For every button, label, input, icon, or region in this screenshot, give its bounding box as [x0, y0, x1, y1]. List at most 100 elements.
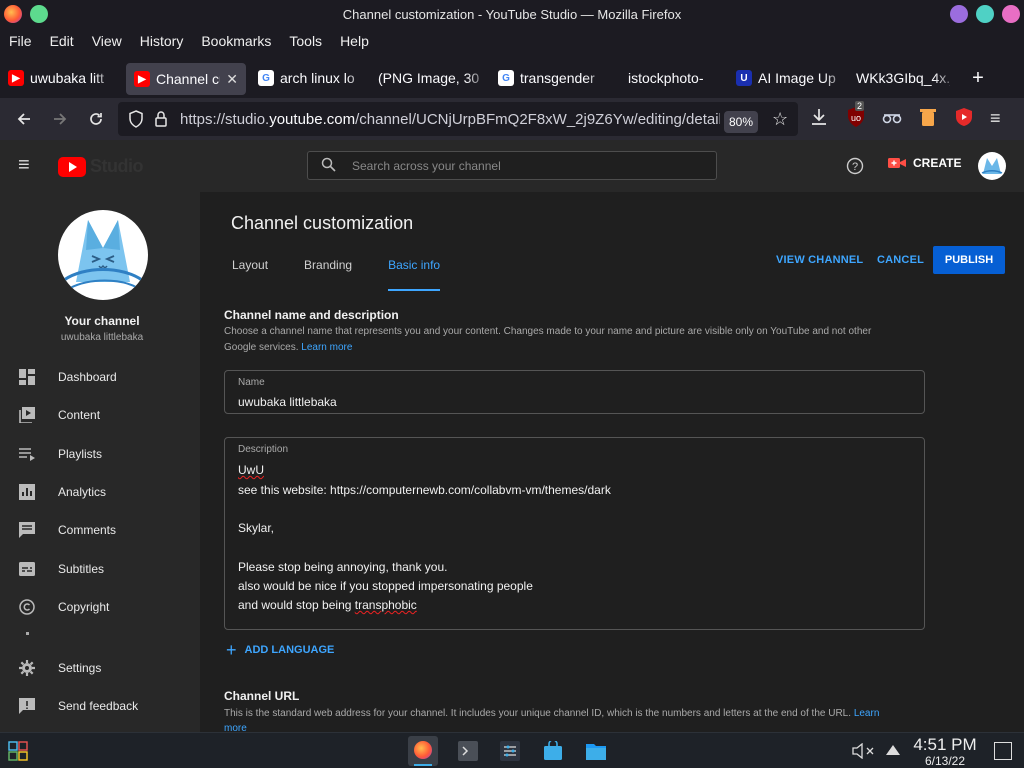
description-line: also would be nice if you stopped impers…	[238, 579, 533, 593]
youtube-icon: ▶	[134, 71, 150, 87]
terminal-icon[interactable]	[458, 741, 478, 766]
add-language-button[interactable]: + ADD LANGUAGE	[226, 641, 334, 659]
reload-icon[interactable]	[78, 101, 114, 137]
studio-header: ≡ Studio Search across your channel ? CR…	[0, 140, 1024, 192]
menu-view[interactable]: View	[92, 33, 122, 49]
name-section-help-2: Google services. Learn more	[224, 342, 353, 353]
sidebar-item-settings[interactable]: Settings	[18, 659, 101, 677]
subtitles-icon	[18, 560, 36, 578]
search-input[interactable]: Search across your channel	[307, 151, 717, 180]
cancel-button[interactable]: CANCEL	[877, 254, 924, 266]
search-placeholder: Search across your channel	[352, 158, 501, 173]
firefox-logo-icon[interactable]	[4, 5, 22, 23]
menu-file[interactable]: File	[9, 33, 32, 49]
url-section-heading: Channel URL	[224, 689, 300, 703]
file-manager-icon[interactable]	[585, 741, 607, 766]
sidebar-item-comments[interactable]: Comments	[18, 521, 116, 539]
volume-muted-icon[interactable]	[852, 742, 876, 764]
studio-logo[interactable]: Studio	[58, 156, 144, 177]
browser-tab[interactable]: U AI Image Up	[728, 62, 848, 94]
sidebar-item-content[interactable]: Content	[18, 406, 100, 424]
bookmark-star-icon[interactable]: ☆	[772, 109, 788, 130]
tab-branding[interactable]: Branding	[304, 258, 352, 288]
incognito-extension-icon[interactable]	[882, 108, 902, 131]
downloads-icon[interactable]	[808, 106, 830, 133]
browser-tab[interactable]: G arch linux lo	[250, 62, 370, 94]
url-learn-more-link-2[interactable]: more	[224, 723, 247, 732]
browser-tab[interactable]: istockphoto-	[610, 62, 728, 94]
maximize-button[interactable]	[976, 5, 994, 23]
name-input-value[interactable]: uwubaka littlebaka	[238, 395, 337, 409]
channel-name-label: uwubaka littlebaka	[60, 332, 144, 343]
forward-arrow-icon[interactable]	[42, 101, 78, 137]
description-line: see this website: https://computernewb.c…	[238, 483, 611, 497]
sidebar-item-dashboard[interactable]: Dashboard	[18, 368, 117, 386]
sidebar-item-send-feedback[interactable]: Send feedback	[18, 697, 138, 715]
discover-store-icon[interactable]	[543, 739, 563, 766]
name-section-help: Choose a channel name that represents yo…	[224, 326, 872, 337]
u-icon: U	[736, 70, 752, 86]
menu-help[interactable]: Help	[340, 33, 369, 49]
feedback-icon	[18, 697, 36, 715]
tab-basic-info[interactable]: Basic info	[388, 258, 441, 291]
hamburger-menu-icon[interactable]: ≡	[18, 155, 30, 175]
copyright-icon	[18, 598, 36, 616]
name-field[interactable]: Name uwubaka littlebaka	[224, 370, 925, 414]
zoom-level-badge[interactable]: 80%	[724, 111, 759, 133]
description-field[interactable]: Description UwU see this website: https:…	[224, 437, 925, 630]
trash-extension-icon[interactable]	[920, 107, 936, 132]
clock[interactable]: 4:51 PM 6/13/22	[906, 735, 984, 768]
search-icon	[321, 157, 336, 175]
google-icon: G	[258, 70, 274, 86]
close-tab-icon[interactable]: ✕	[226, 71, 238, 88]
system-tray-expand-icon[interactable]	[886, 743, 900, 761]
your-channel-label: Your channel	[64, 314, 140, 328]
new-tab-button[interactable]: +	[958, 62, 998, 94]
url-learn-more-link[interactable]: Learn	[854, 708, 880, 719]
studio-sidebar: Your channel uwubaka littlebaka Dashboar…	[0, 192, 200, 732]
url-bar[interactable]: https://studio.youtube.com/channel/UCNjU…	[118, 102, 798, 136]
menu-history[interactable]: History	[140, 33, 184, 49]
publish-button[interactable]: PUBLISH	[933, 246, 1005, 274]
browser-tab[interactable]: ▶ uwubaka litt	[0, 62, 118, 94]
youtube-icon: ▶	[8, 70, 24, 86]
tab-layout[interactable]: Layout	[232, 258, 268, 288]
menu-edit[interactable]: Edit	[50, 33, 74, 49]
system-monitor-icon[interactable]	[500, 741, 520, 766]
tracking-shield-icon[interactable]	[128, 110, 144, 132]
youtube-extension-icon[interactable]	[955, 107, 973, 132]
app-launcher-icon[interactable]	[8, 741, 28, 766]
create-button[interactable]: CREATE	[888, 156, 961, 170]
sidebar-item-analytics[interactable]: Analytics	[18, 483, 106, 501]
browser-tab-active[interactable]: ▶ Channel cu ✕	[126, 63, 246, 95]
menu-tools[interactable]: Tools	[289, 33, 322, 49]
back-arrow-icon[interactable]	[6, 101, 42, 137]
scrollbar-track[interactable]	[1018, 192, 1024, 732]
browser-tab[interactable]: G transgender	[490, 62, 610, 94]
account-avatar[interactable]	[978, 152, 1006, 180]
firefox-icon	[414, 741, 432, 759]
taskbar-firefox[interactable]	[408, 736, 438, 766]
minimize-button[interactable]	[950, 5, 968, 23]
ublock-origin-icon[interactable]: uo 2	[846, 101, 868, 128]
dashboard-icon	[18, 368, 36, 386]
channel-avatar[interactable]	[58, 210, 148, 300]
hamburger-menu-icon[interactable]: ≡	[990, 108, 1001, 129]
analytics-icon	[18, 483, 36, 501]
help-icon[interactable]: ?	[846, 157, 864, 180]
sidebar-item-subtitles[interactable]: Subtitles	[18, 560, 104, 578]
view-channel-button[interactable]: VIEW CHANNEL	[776, 254, 863, 266]
taskbar: 4:51 PM 6/13/22	[0, 732, 1024, 768]
close-window-button[interactable]	[1002, 5, 1020, 23]
lock-icon[interactable]	[154, 110, 168, 132]
window-keep-above-button[interactable]	[30, 5, 48, 23]
show-desktop-icon[interactable]	[994, 742, 1012, 760]
learn-more-link[interactable]: Learn more	[301, 342, 352, 353]
menu-bookmarks[interactable]: Bookmarks	[201, 33, 271, 49]
tab-bar: ▶ uwubaka litt ▶ Channel cu ✕ G arch lin…	[0, 60, 1024, 96]
browser-tab[interactable]: WKk3GIbq_4x.jp	[848, 62, 958, 94]
sidebar-item-copyright[interactable]: Copyright	[18, 598, 109, 616]
browser-tab[interactable]: (PNG Image, 30	[370, 62, 490, 94]
description-line: UwU	[238, 463, 264, 477]
sidebar-item-playlists[interactable]: Playlists	[18, 445, 102, 463]
